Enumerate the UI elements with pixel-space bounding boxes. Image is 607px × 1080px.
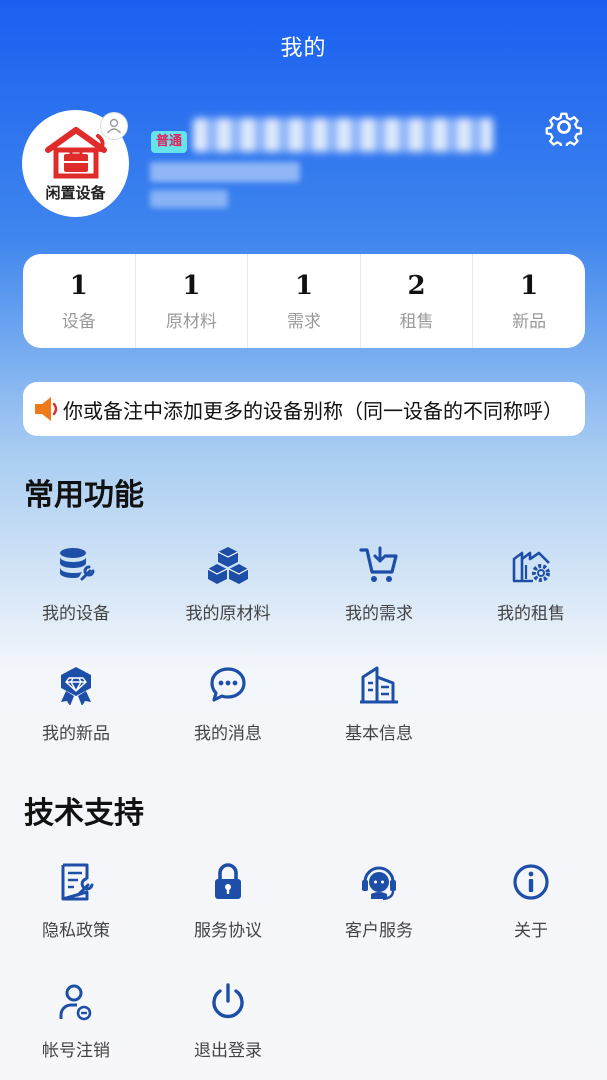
gear-icon[interactable] <box>545 108 583 146</box>
stat-materials[interactable]: 1 原材料 <box>136 254 249 348</box>
section-title-common: 常用功能 <box>24 478 144 513</box>
menu-privacy-policy[interactable]: 隐私政策 <box>0 862 152 941</box>
menu-label: 帐号注销 <box>42 1041 110 1061</box>
menu-my-rental[interactable]: 我的租售 <box>455 545 607 624</box>
stat-demand[interactable]: 1 需求 <box>248 254 361 348</box>
notice-bar[interactable]: 你或备注中添加更多的设备别称（同一设备的不同称呼） <box>23 382 585 436</box>
stat-label: 设备 <box>61 311 96 332</box>
menu-my-new-products[interactable]: 我的新品 <box>0 665 152 744</box>
menu-label: 关于 <box>514 921 548 941</box>
diamond-badge-icon <box>61 667 91 705</box>
stat-label: 需求 <box>286 311 321 332</box>
stats-card: 1 设备 1 原材料 1 需求 2 租售 1 新品 <box>23 254 585 348</box>
lock-icon <box>215 863 241 899</box>
menu-logout[interactable]: 退出登录 <box>152 982 304 1061</box>
boxes-icon <box>208 547 248 584</box>
stat-equipment[interactable]: 1 设备 <box>23 254 136 348</box>
menu-about[interactable]: 关于 <box>455 862 607 941</box>
menu-label: 隐私政策 <box>42 921 110 941</box>
menu-service-agreement[interactable]: 服务协议 <box>152 862 304 941</box>
cart-icon <box>359 546 398 582</box>
chat-bubble-icon <box>210 667 246 702</box>
stat-value: 1 <box>182 270 201 301</box>
level-badge: 普通 <box>151 131 188 153</box>
factory-gear-icon <box>512 551 550 583</box>
user-minus-icon <box>59 984 92 1021</box>
stat-label: 租售 <box>399 311 434 332</box>
menu-account-deletion[interactable]: 帐号注销 <box>0 982 152 1061</box>
menu-label: 客户服务 <box>345 921 413 941</box>
stat-label: 新品 <box>512 311 547 332</box>
stat-new[interactable]: 1 新品 <box>473 254 585 348</box>
headset-icon <box>362 866 396 901</box>
building-icon <box>360 666 398 704</box>
blurred-detail <box>150 190 228 208</box>
blurred-username <box>193 118 493 152</box>
menu-label: 我的原材料 <box>185 604 271 624</box>
section-title-support: 技术支持 <box>24 796 144 831</box>
page-title: 我的 <box>280 36 327 61</box>
menu-label: 基本信息 <box>345 724 413 744</box>
user-icon[interactable] <box>100 112 128 140</box>
stat-value: 2 <box>407 270 426 301</box>
menu-label: 服务协议 <box>194 921 262 941</box>
menu-customer-service[interactable]: 客户服务 <box>303 862 455 941</box>
stat-rental[interactable]: 2 租售 <box>361 254 474 348</box>
menu-label: 我的消息 <box>194 724 262 744</box>
menu-my-demand[interactable]: 我的需求 <box>303 545 455 624</box>
logo-text: 闲置设备 <box>45 184 106 202</box>
menu-label: 我的租售 <box>497 604 565 624</box>
menu-my-messages[interactable]: 我的消息 <box>152 665 304 744</box>
menu-my-materials[interactable]: 我的原材料 <box>152 545 304 624</box>
menu-label: 退出登录 <box>194 1041 262 1061</box>
stat-value: 1 <box>520 270 539 301</box>
menu-label: 我的新品 <box>42 724 110 744</box>
notice-text: 你或备注中添加更多的设备别称（同一设备的不同称呼） <box>63 398 563 423</box>
stat-value: 1 <box>69 270 88 301</box>
blurred-detail <box>150 162 300 182</box>
document-wrench-icon <box>61 863 94 901</box>
stat-label: 原材料 <box>165 311 217 332</box>
speaker-icon <box>35 397 58 421</box>
menu-label: 我的设备 <box>42 604 110 624</box>
menu-my-equipment[interactable]: 我的设备 <box>0 545 152 624</box>
database-wrench-icon <box>60 548 95 581</box>
stat-value: 1 <box>294 270 314 301</box>
info-icon <box>513 864 549 900</box>
menu-basic-info[interactable]: 基本信息 <box>303 665 455 744</box>
menu-label: 我的需求 <box>345 604 413 624</box>
power-icon <box>212 983 244 1019</box>
